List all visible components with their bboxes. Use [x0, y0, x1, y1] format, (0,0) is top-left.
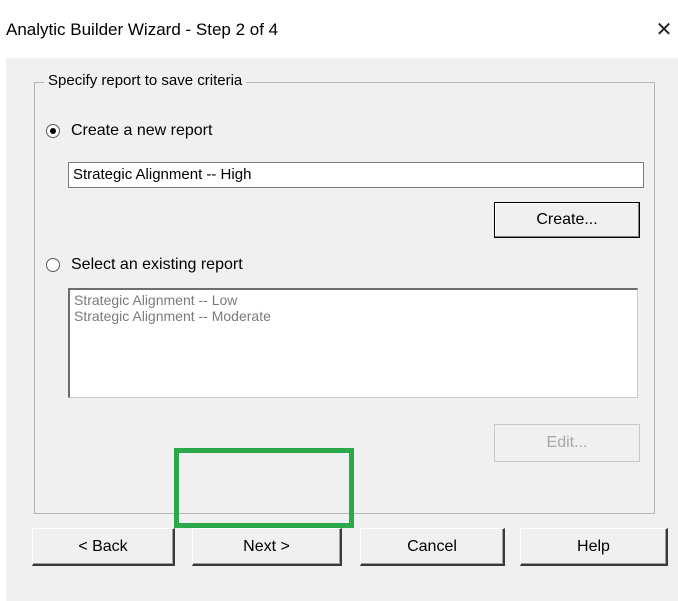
- next-button[interactable]: Next >: [192, 528, 342, 566]
- existing-reports-list[interactable]: Strategic Alignment -- Low Strategic Ali…: [68, 288, 638, 398]
- close-icon[interactable]: ✕: [650, 14, 678, 46]
- create-new-report-radio[interactable]: Create a new report: [46, 122, 212, 140]
- radio-selected-icon: [46, 124, 60, 138]
- list-item[interactable]: Strategic Alignment -- Low: [74, 292, 633, 308]
- help-button[interactable]: Help: [520, 528, 668, 566]
- window-title: Analytic Builder Wizard - Step 2 of 4: [6, 20, 279, 39]
- groupbox-legend: Specify report to save criteria: [44, 72, 247, 89]
- edit-button[interactable]: Edit...: [494, 424, 640, 462]
- dialog-body: Specify report to save criteria Create a…: [6, 58, 678, 601]
- new-report-name-input[interactable]: Strategic Alignment -- High: [68, 162, 644, 188]
- back-button[interactable]: < Back: [32, 528, 175, 566]
- radio-unselected-icon: [46, 258, 60, 272]
- list-item[interactable]: Strategic Alignment -- Moderate: [74, 308, 633, 324]
- title-bar: Analytic Builder Wizard - Step 2 of 4 ✕: [0, 0, 678, 58]
- create-button[interactable]: Create...: [494, 202, 640, 238]
- select-existing-report-label: Select an existing report: [71, 256, 243, 273]
- create-new-report-label: Create a new report: [71, 122, 213, 139]
- cancel-button[interactable]: Cancel: [360, 528, 505, 566]
- select-existing-report-radio[interactable]: Select an existing report: [46, 256, 243, 274]
